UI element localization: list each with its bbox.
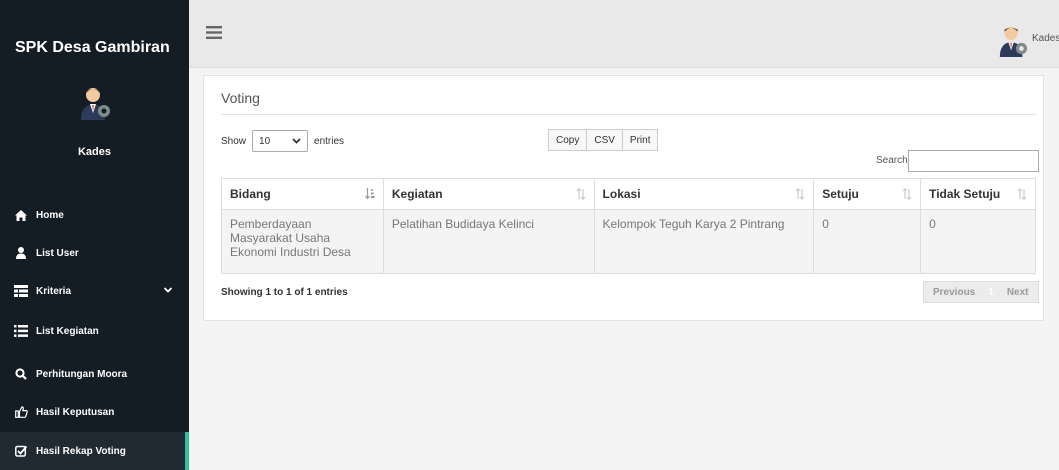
page-1-button[interactable]: 1: [984, 282, 998, 302]
sidebar: SPK Desa Gambiran Kades Home List User K…: [0, 0, 189, 470]
thumbs-up-icon: [14, 405, 28, 419]
brand-title[interactable]: SPK Desa Gambiran: [15, 37, 170, 59]
topbar: Kades: [189, 0, 1059, 68]
print-button[interactable]: Print: [622, 129, 659, 151]
user-avatar[interactable]: [997, 24, 1029, 58]
search-input[interactable]: [908, 150, 1039, 172]
table-header-row: Bidang Kegiatan Lokasi Setuju Tidak Setu…: [221, 178, 1036, 210]
brand[interactable]: SPK Desa Gambiran: [0, 0, 189, 58]
cell-tidak-setuju: 0: [920, 209, 1036, 274]
checkbox-icon: [14, 444, 28, 458]
column-header-lokasi[interactable]: Lokasi: [593, 178, 815, 210]
search-label: Search:: [876, 155, 911, 166]
page-length-value: 10: [259, 135, 271, 147]
home-icon: [14, 208, 28, 222]
column-header-bidang[interactable]: Bidang: [221, 178, 384, 210]
sidebar-item-home[interactable]: Home: [0, 196, 189, 234]
sidebar-item-label: List User: [36, 247, 79, 259]
sidebar-item-list-user[interactable]: List User: [0, 234, 189, 272]
sort-ascending-icon: [364, 188, 375, 203]
sidebar-item-label: Hasil Rekap Voting: [36, 445, 126, 457]
column-header-tidak-setuju[interactable]: Tidak Setuju: [920, 178, 1036, 210]
entries-label: entries: [314, 135, 345, 147]
user-icon: [14, 246, 28, 260]
sidebar-item-label: List Kegiatan: [36, 325, 99, 337]
table-icon: [14, 284, 28, 298]
csv-button[interactable]: CSV: [587, 129, 623, 151]
cell-setuju: 0: [813, 209, 922, 274]
card-title: Voting: [221, 90, 260, 106]
sidebar-item-perhitungan-moora[interactable]: Perhitungan Moora: [0, 355, 189, 393]
table-row: Pemberdayaan Masyarakat Usaha Ekonomi In…: [221, 209, 1036, 274]
profile-name: Kades: [77, 146, 112, 158]
sidebar-item-label: Hasil Keputusan: [36, 406, 115, 418]
sidebar-item-label: Kriteria: [36, 285, 72, 297]
sidebar-item-hasil-rekap-voting[interactable]: Hasil Rekap Voting: [0, 432, 189, 470]
sort-icon: [1017, 187, 1027, 203]
column-header-setuju[interactable]: Setuju: [813, 178, 922, 210]
active-indicator: [185, 432, 189, 470]
menu-toggle-icon[interactable]: [206, 26, 222, 44]
card-divider: [221, 114, 1036, 115]
list-icon: [14, 324, 28, 338]
chevron-down-icon: [292, 136, 301, 148]
profile-avatar: [81, 88, 110, 120]
cell-lokasi: Kelompok Teguh Karya 2 Pintrang: [593, 209, 815, 274]
copy-button[interactable]: Copy: [548, 129, 588, 151]
next-button[interactable]: Next: [998, 282, 1038, 302]
previous-button[interactable]: Previous: [924, 282, 984, 302]
page-length-select[interactable]: 10: [252, 130, 309, 152]
cell-bidang: Pemberdayaan Masyarakat Usaha Ekonomi In…: [221, 209, 384, 274]
sort-icon: [576, 187, 586, 203]
show-entries: Show 10 entries: [221, 130, 344, 152]
pagination: Previous 1 Next: [923, 281, 1039, 303]
sidebar-item-hasil-keputusan[interactable]: Hasil Keputusan: [0, 393, 189, 431]
sidebar-item-label: Perhitungan Moora: [36, 368, 128, 380]
search-icon: [14, 367, 28, 381]
sidebar-item-kriteria[interactable]: Kriteria: [0, 272, 189, 310]
show-label: Show: [221, 135, 247, 147]
voting-table: Bidang Kegiatan Lokasi Setuju Tidak Setu…: [221, 178, 1036, 274]
top-user-name[interactable]: Kades: [1032, 33, 1059, 44]
sort-icon: [795, 187, 805, 203]
voting-card: Voting Show 10 entries Copy CSV Print Se…: [203, 75, 1044, 321]
table-info: Showing 1 to 1 of 1 entries: [221, 287, 348, 298]
column-header-kegiatan[interactable]: Kegiatan: [382, 178, 595, 210]
export-buttons: Copy CSV Print: [548, 129, 659, 151]
sidebar-item-label: Home: [36, 209, 64, 221]
chevron-down-icon: [163, 285, 173, 296]
sort-icon: [902, 187, 912, 203]
sidebar-item-list-kegiatan[interactable]: List Kegiatan: [0, 312, 189, 350]
cell-kegiatan: Pelatihan Budidaya Kelinci: [382, 209, 595, 274]
